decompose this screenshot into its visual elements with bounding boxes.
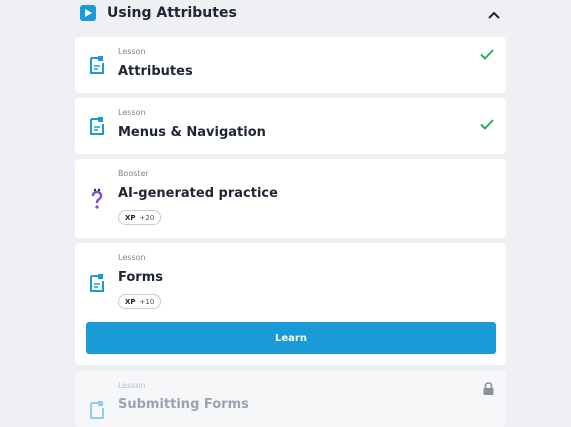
lock-icon (483, 382, 494, 395)
learn-button[interactable]: Learn (86, 322, 496, 354)
item-title: Submitting Forms (118, 397, 249, 412)
chevron-up-icon[interactable] (488, 4, 500, 23)
item-title: Attributes (118, 64, 193, 79)
lesson-card[interactable]: Lesson Menus & Navigation (75, 98, 506, 154)
lesson-card[interactable]: Lesson Attributes (75, 37, 506, 93)
lesson-card-current[interactable]: Lesson Forms XP +10 Learn (75, 243, 506, 365)
play-icon (80, 5, 96, 21)
item-type: Lesson (118, 47, 146, 56)
lesson-icon (90, 117, 104, 135)
question-mark-icon (91, 188, 103, 209)
xp-label: XP (125, 297, 136, 306)
section-header[interactable]: Using Attributes (80, 0, 504, 26)
item-title: Menus & Navigation (118, 125, 266, 140)
lesson-icon (90, 274, 104, 292)
item-type: Lesson (118, 253, 146, 262)
xp-value: +10 (139, 297, 155, 306)
item-type: Lesson (118, 381, 146, 390)
lesson-icon (90, 56, 104, 74)
item-title: AI-generated practice (118, 186, 278, 201)
lesson-card-locked[interactable]: Lesson Submitting Forms (75, 371, 506, 427)
xp-badge: XP +20 (118, 210, 162, 225)
item-type: Lesson (118, 108, 146, 117)
lesson-icon (90, 401, 104, 419)
booster-card[interactable]: Booster AI-generated practice XP +20 (75, 159, 506, 238)
item-title: Forms (118, 270, 163, 285)
section-title: Using Attributes (107, 5, 237, 21)
xp-badge: XP +10 (118, 294, 162, 309)
xp-label: XP (125, 213, 136, 222)
check-icon (480, 49, 494, 60)
item-type: Booster (118, 169, 149, 178)
xp-value: +20 (139, 213, 155, 222)
check-icon (480, 119, 494, 130)
